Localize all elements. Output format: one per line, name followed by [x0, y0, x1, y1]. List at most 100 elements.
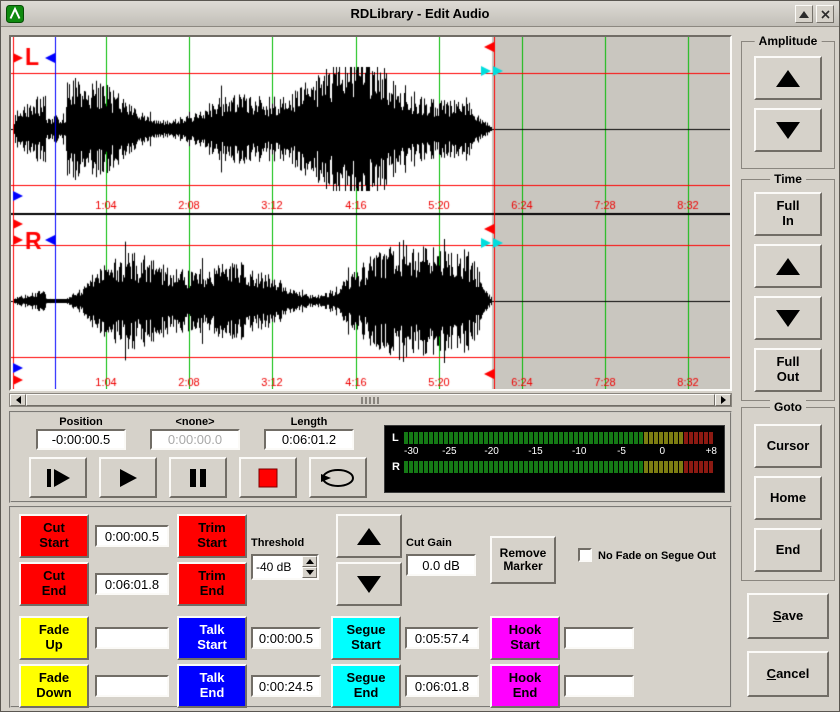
play-button[interactable] [99, 457, 157, 498]
vu-segment [534, 461, 538, 473]
vu-scale-label: +8 [706, 446, 717, 457]
transport-panel: Position -0:00:00.5 <none> 0:00:00.0 Len… [9, 411, 732, 503]
vu-segment [614, 461, 618, 473]
threshold-spinbox[interactable]: -40 dB [251, 554, 319, 580]
goto-cursor-button[interactable]: Cursor [754, 424, 822, 468]
vu-segment [604, 432, 608, 444]
cut-end-field[interactable]: 0:06:01.8 [95, 573, 169, 595]
loop-button[interactable] [309, 457, 367, 498]
hook-end-field[interactable] [564, 675, 634, 697]
vu-segment [634, 432, 638, 444]
pause-button[interactable] [169, 457, 227, 498]
vu-segment [479, 432, 483, 444]
amplitude-legend: Amplitude [755, 34, 822, 48]
goto-legend: Goto [770, 400, 806, 414]
stop-button[interactable] [239, 457, 297, 498]
talk-start-field[interactable]: 0:00:00.5 [251, 627, 321, 649]
vu-segment [614, 432, 618, 444]
scrollbar-thumb[interactable] [26, 394, 715, 406]
amplitude-up-button[interactable] [754, 56, 822, 100]
vu-segment [659, 461, 663, 473]
gain-down-icon [357, 576, 381, 593]
vu-segment [404, 432, 408, 444]
no-fade-label: No Fade on Segue Out [598, 550, 716, 562]
threshold-value[interactable]: -40 dB [253, 556, 302, 578]
time-full-in-button[interactable]: Full In [754, 192, 822, 236]
gain-down-button[interactable] [336, 562, 402, 606]
vu-segment [679, 461, 683, 473]
vu-segment [599, 432, 603, 444]
vu-segment [584, 432, 588, 444]
vu-segment [409, 432, 413, 444]
cancel-button[interactable]: Cancel [747, 651, 829, 697]
cut-end-button[interactable]: Cut End [19, 562, 89, 606]
shade-icon [799, 11, 809, 18]
vu-segment [579, 461, 583, 473]
remove-marker-button[interactable]: Remove Marker [490, 536, 556, 584]
save-button[interactable]: Save [747, 593, 829, 639]
vu-segment [444, 432, 448, 444]
segue-end-button[interactable]: Segue End [331, 664, 401, 708]
vu-segment [569, 432, 573, 444]
cut-gain-field[interactable]: 0.0 dB [406, 554, 476, 576]
talk-start-button[interactable]: Talk Start [177, 616, 247, 660]
segue-end-field[interactable]: 0:06:01.8 [405, 675, 479, 697]
vu-segment [709, 432, 713, 444]
shade-button[interactable] [795, 5, 813, 23]
vu-segment [574, 432, 578, 444]
cut-start-button[interactable]: Cut Start [19, 514, 89, 558]
waveform-display[interactable] [11, 37, 730, 389]
vu-segment [629, 461, 633, 473]
vu-segment [599, 461, 603, 473]
vu-segment [644, 461, 648, 473]
waveform-scrollbar [9, 393, 732, 407]
vu-segment [489, 432, 493, 444]
time-zoom-in-button[interactable] [754, 244, 822, 288]
talk-end-button[interactable]: Talk End [177, 664, 247, 708]
vu-segment [434, 461, 438, 473]
vu-segment [424, 461, 428, 473]
goto-end-button[interactable]: End [754, 528, 822, 572]
fade-down-button[interactable]: Fade Down [19, 664, 89, 708]
fade-up-field[interactable] [95, 627, 169, 649]
segue-start-button[interactable]: Segue Start [331, 616, 401, 660]
fade-up-button[interactable]: Fade Up [19, 616, 89, 660]
vu-segment [469, 432, 473, 444]
trim-start-button[interactable]: Trim Start [177, 514, 247, 558]
threshold-down-button[interactable] [302, 567, 317, 578]
titlebar[interactable]: RDLibrary - Edit Audio [1, 1, 839, 27]
hook-start-field[interactable] [564, 627, 634, 649]
no-fade-checkbox[interactable] [578, 548, 592, 562]
threshold-up-button[interactable] [302, 556, 317, 567]
amplitude-down-button[interactable] [754, 108, 822, 152]
pause-icon [187, 467, 209, 489]
hook-start-button[interactable]: Hook Start [490, 616, 560, 660]
cut-start-field[interactable]: 0:00:00.5 [95, 525, 169, 547]
marker-name-label: <none> [150, 416, 240, 428]
time-zoom-out-button[interactable] [754, 296, 822, 340]
position-field: -0:00:00.5 [36, 429, 126, 450]
goto-home-button[interactable]: Home [754, 476, 822, 520]
talk-end-field[interactable]: 0:00:24.5 [251, 675, 321, 697]
vu-segment [604, 461, 608, 473]
vu-segment [534, 432, 538, 444]
play-from-start-button[interactable] [29, 457, 87, 498]
time-full-out-button[interactable]: Full Out [754, 348, 822, 392]
close-button[interactable] [816, 5, 834, 23]
amplitude-group: Amplitude [741, 41, 835, 169]
segue-start-field[interactable]: 0:05:57.4 [405, 627, 479, 649]
trim-end-button[interactable]: Trim End [177, 562, 247, 606]
vu-segment [554, 461, 558, 473]
scroll-left-button[interactable] [10, 394, 26, 406]
hook-end-button[interactable]: Hook End [490, 664, 560, 708]
vu-segment [449, 432, 453, 444]
vu-segment [704, 432, 708, 444]
vu-segment [414, 461, 418, 473]
vu-segment [464, 461, 468, 473]
vu-segment [654, 461, 658, 473]
fade-down-field[interactable] [95, 675, 169, 697]
scroll-right-button[interactable] [715, 394, 731, 406]
vu-segment [504, 461, 508, 473]
vu-segment [684, 432, 688, 444]
gain-up-button[interactable] [336, 514, 402, 558]
